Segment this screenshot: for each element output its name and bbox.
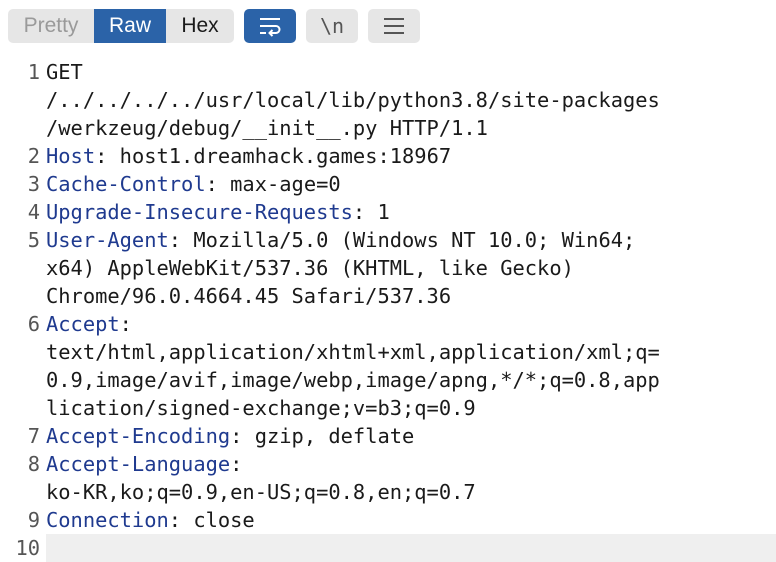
header-separator: : [230, 424, 255, 448]
editor-line[interactable]: 5 User-Agent: Mozilla/5.0 (Windows NT 10.… [0, 226, 776, 254]
hex-tab[interactable]: Hex [166, 9, 234, 43]
header-separator: : [352, 200, 378, 224]
line-content: text/html,application/xhtml+xml,applicat… [46, 340, 660, 364]
word-wrap-button[interactable] [244, 9, 296, 43]
editor-line[interactable]: /../../../../usr/local/lib/python3.8/sit… [0, 86, 776, 114]
line-content: Host: host1.dreamhack.games:18967 [46, 142, 776, 170]
line-content: /werkzeug/debug/__init__.py HTTP/1.1 [46, 116, 488, 140]
line-number: 9 [27, 508, 40, 532]
header-separator: : [168, 508, 194, 532]
line-number [0, 86, 46, 114]
pretty-tab[interactable]: Pretty [8, 9, 94, 43]
show-newlines-button[interactable]: \n [306, 9, 358, 43]
line-content: ko-KR,ko;q=0.9,en-US;q=0.8,en;q=0.7 [46, 480, 476, 504]
header-name: Cache-Control [46, 172, 206, 196]
line-number: 3 [27, 172, 40, 196]
line-number [0, 394, 46, 422]
line-number [0, 254, 46, 282]
line-number: 2 [27, 144, 40, 168]
line-content: 0.9,image/avif,image/webp,image/apng,*/*… [46, 368, 660, 392]
options-menu-button[interactable] [368, 9, 420, 43]
line-number: 7 [27, 424, 40, 448]
hamburger-menu-icon [384, 18, 404, 34]
editor-line[interactable]: 3 Cache-Control: max-age=0 [0, 170, 776, 198]
header-value: close [193, 508, 255, 532]
header-value: 1 [377, 200, 390, 224]
line-number: 6 [27, 312, 40, 336]
line-content: Connection: close [46, 506, 776, 534]
line-content [46, 534, 776, 562]
line-number [0, 478, 46, 506]
view-mode-toggle: Pretty Raw Hex [8, 9, 234, 43]
line-number [0, 114, 46, 142]
header-name: Accept-Encoding [46, 424, 231, 448]
line-number [0, 338, 46, 366]
editor-line[interactable]: text/html,application/xhtml+xml,applicat… [0, 338, 776, 366]
header-separator: : [230, 452, 243, 476]
line-content: /../../../../usr/local/lib/python3.8/sit… [46, 88, 660, 112]
line-content: Cache-Control: max-age=0 [46, 170, 776, 198]
header-name: Accept [46, 312, 120, 336]
header-name: Upgrade-Insecure-Requests [46, 200, 353, 224]
line-number: 1 [27, 60, 40, 84]
editor-line[interactable]: 7 Accept-Encoding: gzip, deflate [0, 422, 776, 450]
editor-line[interactable]: 10 [0, 534, 776, 562]
header-value: gzip, deflate [254, 424, 415, 448]
word-wrap-icon [260, 18, 281, 37]
editor-line[interactable]: 2 Host: host1.dreamhack.games:18967 [0, 142, 776, 170]
header-name: Accept-Language [46, 452, 231, 476]
editor-line[interactable]: Chrome/96.0.4664.45 Safari/537.36 [0, 282, 776, 310]
newline-icon: \n [319, 14, 345, 38]
header-name: Connection [46, 508, 169, 532]
header-value: host1.dreamhack.games:18967 [119, 144, 452, 168]
editor-line[interactable]: 0.9,image/avif,image/webp,image/apng,*/*… [0, 366, 776, 394]
line-content: Accept-Language: [46, 450, 776, 478]
header-separator: : [168, 228, 194, 252]
raw-tab[interactable]: Raw [94, 9, 166, 43]
header-separator: : [205, 172, 231, 196]
line-number [0, 366, 46, 394]
editor-line[interactable]: lication/signed-exchange;v=b3;q=0.9 [0, 394, 776, 422]
line-content: User-Agent: Mozilla/5.0 (Windows NT 10.0… [46, 226, 776, 254]
line-content: GET [46, 60, 83, 84]
editor-line[interactable]: 4 Upgrade-Insecure-Requests: 1 [0, 198, 776, 226]
line-number: 4 [27, 200, 40, 224]
header-name: Host [46, 144, 96, 168]
header-value: Mozilla/5.0 (Windows NT 10.0; Win64; [193, 228, 636, 252]
message-editor-toolbar: Pretty Raw Hex \n [0, 0, 776, 50]
editor-line[interactable]: 1 GET [0, 58, 776, 86]
header-name: User-Agent [46, 228, 169, 252]
line-number: 5 [27, 228, 40, 252]
editor-line[interactable]: 6 Accept: [0, 310, 776, 338]
line-content: Chrome/96.0.4664.45 Safari/537.36 [46, 284, 452, 308]
editor-line[interactable]: ko-KR,ko;q=0.9,en-US;q=0.8,en;q=0.7 [0, 478, 776, 506]
line-number: 8 [27, 452, 40, 476]
editor-line[interactable]: 8 Accept-Language: [0, 450, 776, 478]
header-separator: : [119, 312, 132, 336]
line-content: Accept-Encoding: gzip, deflate [46, 422, 776, 450]
editor-line[interactable]: x64) AppleWebKit/537.36 (KHTML, like Gec… [0, 254, 776, 282]
line-content: Accept: [46, 310, 776, 338]
line-content: Upgrade-Insecure-Requests: 1 [46, 198, 776, 226]
header-separator: : [95, 144, 120, 168]
editor-line[interactable]: 9 Connection: close [0, 506, 776, 534]
line-number [0, 282, 46, 310]
line-content: lication/signed-exchange;v=b3;q=0.9 [46, 396, 476, 420]
editor-line[interactable]: /werkzeug/debug/__init__.py HTTP/1.1 [0, 114, 776, 142]
header-value: max-age=0 [230, 172, 341, 196]
line-content: x64) AppleWebKit/537.36 (KHTML, like Gec… [46, 256, 574, 280]
line-number: 10 [0, 534, 46, 562]
raw-request-editor[interactable]: 1 GET/../../../../usr/local/lib/python3.8… [0, 58, 776, 562]
